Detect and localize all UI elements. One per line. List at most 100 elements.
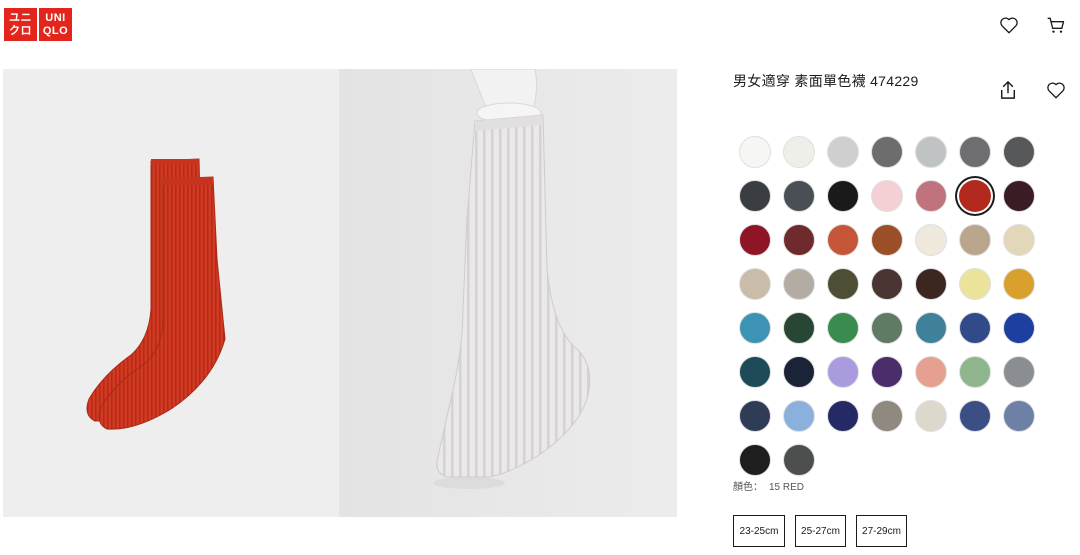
color-swatch-dot [915,312,947,344]
color-swatch[interactable] [865,218,909,262]
color-swatch[interactable] [733,394,777,438]
color-swatch[interactable] [777,130,821,174]
color-swatch[interactable] [865,350,909,394]
add-to-wishlist-heart-icon[interactable] [1045,79,1067,101]
color-swatch[interactable] [733,130,777,174]
color-swatch-dot [783,356,815,388]
color-swatch[interactable] [777,438,821,482]
color-swatch-dot [871,400,903,432]
color-swatch[interactable] [821,174,865,218]
color-swatch-dot [783,268,815,300]
color-swatch-dot [1003,356,1035,388]
color-swatch[interactable] [733,174,777,218]
color-swatch[interactable] [865,130,909,174]
color-swatch[interactable] [821,262,865,306]
color-swatch[interactable] [733,306,777,350]
color-swatch-dot [1003,224,1035,256]
color-swatch[interactable] [909,174,953,218]
color-swatch-dot [827,312,859,344]
color-swatch-dot [739,356,771,388]
color-swatch[interactable] [865,174,909,218]
color-swatch-dot [827,268,859,300]
color-swatch-dot [959,180,991,212]
color-swatch[interactable] [821,218,865,262]
color-swatch-dot [959,224,991,256]
color-swatch-dot [1003,400,1035,432]
color-swatch[interactable] [821,350,865,394]
color-swatch[interactable] [777,218,821,262]
color-swatch[interactable] [909,218,953,262]
color-swatch[interactable] [997,350,1041,394]
color-swatch-dot [739,224,771,256]
color-swatch[interactable] [777,174,821,218]
color-swatch[interactable] [733,438,777,482]
color-swatch-dot [915,224,947,256]
color-swatch-dot [871,268,903,300]
color-swatch[interactable] [733,262,777,306]
color-swatch[interactable] [953,262,997,306]
color-swatch[interactable] [909,306,953,350]
color-swatch-dot [915,136,947,168]
color-swatch[interactable] [997,394,1041,438]
color-swatch-dot [783,312,815,344]
color-swatch[interactable] [953,130,997,174]
color-swatch[interactable] [909,130,953,174]
white-ribbed-sock-on-mannequin-image[interactable] [339,69,677,517]
color-swatch[interactable] [777,306,821,350]
wishlist-heart-icon[interactable] [998,14,1020,36]
size-button-23-25[interactable]: 23-25cm [733,515,785,547]
color-swatch[interactable] [733,218,777,262]
size-button-27-29[interactable]: 27-29cm [856,515,907,547]
color-value: 15 RED [769,482,805,493]
color-swatch-dot [783,224,815,256]
color-swatch-dot [959,356,991,388]
color-swatch-dot [739,400,771,432]
logo-text: QLO [42,24,69,37]
color-swatch[interactable] [997,262,1041,306]
color-swatch-dot [915,180,947,212]
color-swatch[interactable] [909,394,953,438]
color-swatch[interactable] [821,130,865,174]
color-swatch[interactable] [997,130,1041,174]
color-swatch[interactable] [953,306,997,350]
color-swatch-dot [959,136,991,168]
color-swatch[interactable] [733,350,777,394]
color-swatch-dot [739,312,771,344]
color-swatch-grid [733,130,1041,482]
color-swatch[interactable] [777,262,821,306]
color-swatch[interactable] [997,174,1041,218]
cart-icon[interactable] [1045,14,1067,36]
color-swatch[interactable] [953,350,997,394]
color-swatch-dot [915,400,947,432]
share-icon[interactable] [997,79,1019,101]
red-ribbed-socks-image[interactable] [3,69,339,517]
product-title: 男女適穿 素面單色襪 474229 [733,73,919,89]
color-swatch[interactable] [821,306,865,350]
color-swatch[interactable] [909,262,953,306]
color-swatch-dot [1003,136,1035,168]
color-swatch[interactable] [777,394,821,438]
uniqlo-logo[interactable]: ユニ クロ UNI QLO [4,8,72,41]
selected-color-label: 顏色： 15 RED [733,478,810,493]
color-swatch[interactable] [997,218,1041,262]
logo-block-latin: UNI QLO [39,8,72,41]
color-swatch[interactable] [865,262,909,306]
color-swatch-dot [871,136,903,168]
color-swatch[interactable] [997,306,1041,350]
color-swatch[interactable] [777,350,821,394]
color-swatch[interactable] [909,350,953,394]
color-swatch[interactable] [821,394,865,438]
color-swatch-dot [827,224,859,256]
color-swatch[interactable] [865,306,909,350]
color-swatch-dot [827,136,859,168]
size-selector: 23-25cm 25-27cm 27-29cm [733,515,907,547]
color-swatch-dot [739,180,771,212]
color-swatch[interactable] [953,174,997,218]
color-swatch[interactable] [953,394,997,438]
size-button-25-27[interactable]: 25-27cm [795,515,846,547]
color-swatch[interactable] [865,394,909,438]
color-swatch-dot [959,268,991,300]
color-swatch-dot [739,268,771,300]
color-swatch-dot [783,180,815,212]
color-swatch[interactable] [953,218,997,262]
